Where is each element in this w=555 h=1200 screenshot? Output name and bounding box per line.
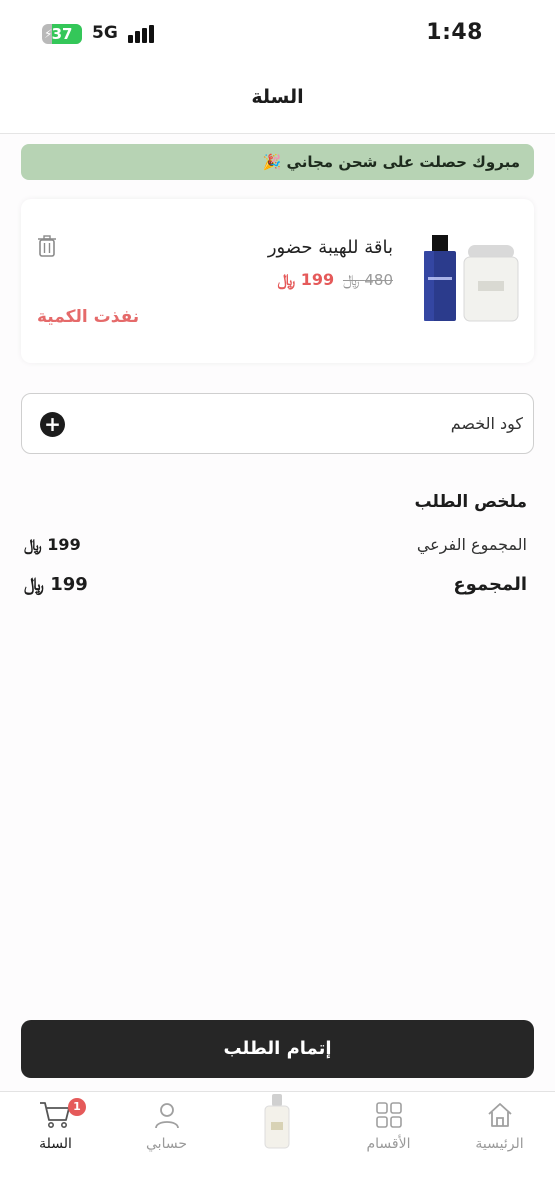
tab-cart-label: السلة <box>39 1136 72 1152</box>
old-price: 480 ﷼ <box>342 271 393 289</box>
product-price: 480 ﷼ 199 ﷼ <box>277 270 393 290</box>
order-summary-title: ملخص الطلب <box>414 492 527 512</box>
total-value: 199 ﷼ <box>24 574 88 595</box>
subtotal-value: 199 ﷼ <box>24 535 81 554</box>
tab-featured[interactable] <box>222 1092 333 1172</box>
perfume-bottle-icon <box>264 1094 290 1149</box>
cart-count-badge: 1 <box>68 1098 86 1116</box>
product-name[interactable]: باقة للهيبة حضور <box>268 237 393 258</box>
signal-icon <box>128 25 158 43</box>
free-shipping-banner: مبروك حصلت على شحن مجاني 🎉 <box>21 144 534 180</box>
tab-account[interactable]: حسابي <box>111 1092 222 1172</box>
bottom-tab-bar: الرئيسية الأقسام حسابي 1 السلة <box>0 1091 555 1200</box>
page-title: السلة <box>251 86 304 108</box>
cart-icon <box>40 1102 70 1128</box>
product-image[interactable] <box>418 227 522 331</box>
home-icon <box>488 1103 512 1127</box>
out-of-stock-label: نفذت الكمية <box>37 307 140 327</box>
tab-categories[interactable]: الأقسام <box>333 1092 444 1172</box>
checkout-button[interactable]: إتمام الطلب <box>21 1020 534 1078</box>
tab-home[interactable]: الرئيسية <box>444 1092 555 1172</box>
tab-cart[interactable]: 1 السلة <box>0 1092 111 1172</box>
discount-code-label: كود الخصم <box>450 414 523 433</box>
cart-item: باقة للهيبة حضور 480 ﷼ 199 ﷼ نفذت الكمية <box>21 199 534 363</box>
add-discount-button[interactable]: + <box>40 412 65 437</box>
network-type: 5G <box>92 23 118 43</box>
tab-account-label: حسابي <box>146 1136 187 1152</box>
new-price: 199 ﷼ <box>277 270 335 289</box>
page-header: السلة <box>0 66 555 134</box>
subtotal-label: المجموع الفرعي <box>416 535 527 554</box>
status-bar: ⚡ 37 5G 1:48 <box>0 0 555 66</box>
battery-level: 37 <box>51 25 73 43</box>
total-label: المجموع <box>453 574 527 595</box>
status-time: 1:48 <box>426 20 483 45</box>
user-icon <box>155 1103 179 1129</box>
battery-icon: ⚡ 37 <box>42 24 82 44</box>
discount-code-field[interactable]: كود الخصم + <box>21 393 534 454</box>
tab-categories-label: الأقسام <box>366 1136 411 1152</box>
grid-icon <box>376 1102 402 1128</box>
trash-icon[interactable] <box>37 235 57 257</box>
tab-home-label: الرئيسية <box>475 1136 524 1152</box>
